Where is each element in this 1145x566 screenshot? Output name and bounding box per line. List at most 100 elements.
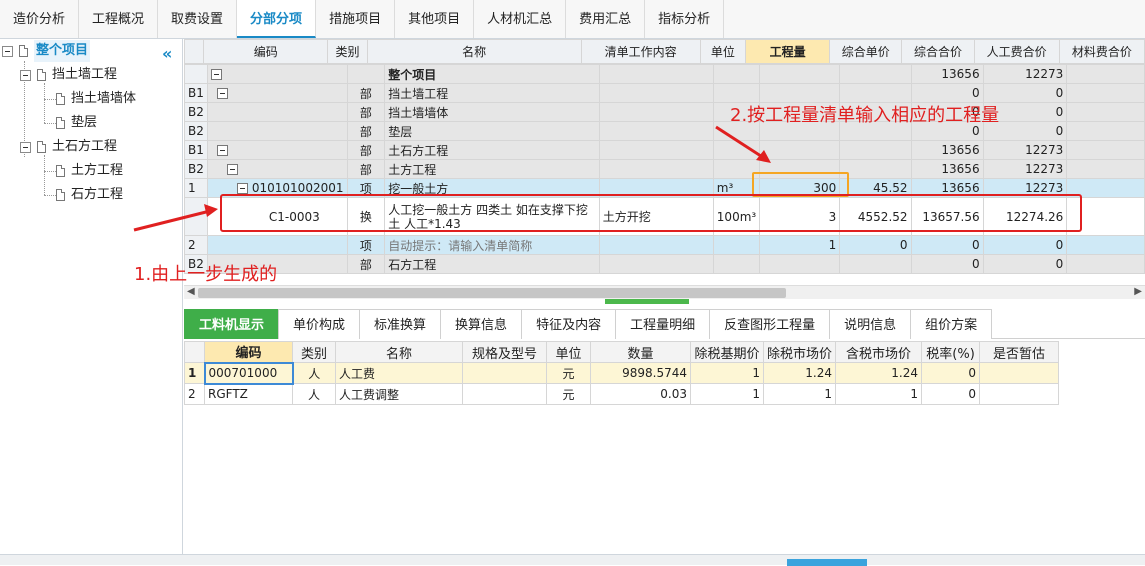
spec-cell[interactable] bbox=[462, 383, 547, 405]
labor-cost-cell[interactable]: 0 bbox=[982, 83, 1068, 103]
collapse-toggle-icon[interactable] bbox=[216, 88, 228, 99]
name-cell[interactable]: 垫层 bbox=[384, 121, 600, 141]
name-cell[interactable]: 自动提示：请输入清单简称 bbox=[384, 235, 600, 255]
column-header[interactable]: 单位 bbox=[546, 341, 591, 363]
tab-labor-material-summary[interactable]: 人材机汇总 bbox=[474, 0, 567, 38]
scroll-right-icon[interactable]: ▶ bbox=[1134, 286, 1142, 297]
work-content-cell[interactable] bbox=[598, 121, 714, 141]
category-cell[interactable]: 部 bbox=[346, 121, 386, 141]
tab-fee-summary[interactable]: 费用汇总 bbox=[566, 0, 646, 38]
unit-cell[interactable]: 元 bbox=[546, 362, 591, 384]
tab-quantity-detail[interactable]: 工程量明细 bbox=[615, 309, 711, 339]
code-cell[interactable] bbox=[206, 83, 348, 103]
work-content-cell[interactable] bbox=[598, 235, 714, 255]
unit-price-cell[interactable] bbox=[839, 140, 912, 160]
provisional-cell[interactable] bbox=[979, 362, 1060, 384]
tree-item-soil-work[interactable]: 土方工程 bbox=[56, 160, 123, 182]
column-header[interactable]: 编码 bbox=[203, 39, 329, 64]
total-price-cell[interactable]: 0 bbox=[910, 254, 984, 274]
work-content-cell[interactable] bbox=[598, 64, 714, 84]
tab-cost-analysis[interactable]: 造价分析 bbox=[0, 0, 80, 38]
base-price-cell[interactable]: 1 bbox=[690, 383, 764, 405]
collapse-toggle-icon[interactable] bbox=[236, 183, 248, 194]
category-cell[interactable]: 项 bbox=[346, 235, 386, 255]
material-cost-cell[interactable] bbox=[1066, 64, 1145, 84]
material-cost-cell[interactable] bbox=[1066, 121, 1145, 141]
unit-cell[interactable] bbox=[712, 235, 761, 255]
quantity-cell[interactable]: 9898.5744 bbox=[590, 362, 691, 384]
code-cell[interactable] bbox=[206, 159, 348, 179]
scroll-left-icon[interactable]: ◀ bbox=[187, 286, 195, 297]
spec-cell[interactable] bbox=[462, 362, 547, 384]
name-cell[interactable]: 石方工程 bbox=[384, 254, 600, 274]
tab-project-overview[interactable]: 工程概况 bbox=[79, 0, 159, 38]
material-cost-cell[interactable] bbox=[1066, 102, 1145, 122]
column-header[interactable]: 税率(%) bbox=[921, 341, 981, 363]
column-header[interactable]: 类别 bbox=[292, 341, 336, 363]
unit-cell[interactable] bbox=[712, 254, 761, 274]
total-price-cell[interactable]: 13656 bbox=[910, 140, 984, 160]
category-cell[interactable]: 部 bbox=[346, 83, 386, 103]
labor-cost-cell[interactable]: 12273 bbox=[982, 140, 1068, 160]
tab-description[interactable]: 说明信息 bbox=[829, 309, 912, 339]
work-content-cell[interactable] bbox=[598, 140, 714, 160]
code-cell[interactable] bbox=[206, 140, 348, 160]
unit-cell[interactable] bbox=[712, 83, 761, 103]
tab-pricing-scheme[interactable]: 组价方案 bbox=[910, 309, 993, 339]
quantity-cell[interactable] bbox=[759, 254, 841, 274]
panel-splitter[interactable] bbox=[605, 299, 689, 304]
category-cell[interactable]: 人 bbox=[292, 362, 336, 384]
table-row[interactable]: 整个项目 13656 12273 bbox=[184, 64, 1145, 84]
horizontal-scrollbar[interactable]: ◀ ▶ bbox=[184, 285, 1145, 299]
column-header[interactable]: 规格及型号 bbox=[462, 341, 547, 363]
collapse-panel-icon[interactable]: « bbox=[162, 44, 172, 63]
column-header[interactable]: 除税基期价 bbox=[690, 341, 764, 363]
name-cell[interactable]: 挡土墙工程 bbox=[384, 83, 600, 103]
base-price-cell[interactable]: 1 bbox=[690, 362, 764, 384]
tree-item-cushion[interactable]: 垫层 bbox=[56, 112, 97, 134]
table-row[interactable]: B2 部挡土墙墙体 0 0 bbox=[184, 102, 1145, 122]
tree-item-wall-body[interactable]: 挡土墙墙体 bbox=[56, 88, 136, 110]
tab-index-analysis[interactable]: 指标分析 bbox=[645, 0, 725, 38]
table-row[interactable]: B1 部 土石方工程 13656 12273 bbox=[184, 140, 1145, 160]
collapse-toggle-icon[interactable] bbox=[210, 69, 222, 80]
tab-reverse-graphic-quantity[interactable]: 反查图形工程量 bbox=[709, 309, 831, 339]
category-cell[interactable]: 部 bbox=[346, 254, 386, 274]
table-row[interactable]: 2 项 自动提示：请输入清单简称 1 0 0 0 bbox=[184, 235, 1145, 255]
quantity-cell[interactable]: 0.03 bbox=[590, 383, 691, 405]
column-header[interactable]: 综合单价 bbox=[829, 39, 903, 64]
table-row[interactable]: B1 部 挡土墙工程 0 0 bbox=[184, 83, 1145, 103]
total-price-cell[interactable]: 0 bbox=[910, 235, 984, 255]
market-price-cell[interactable]: 1.24 bbox=[762, 362, 837, 384]
unit-price-cell[interactable] bbox=[839, 83, 912, 103]
tree-item-earthwork[interactable]: 土石方工程 bbox=[20, 136, 117, 158]
unit-cell[interactable] bbox=[712, 140, 761, 160]
code-cell[interactable] bbox=[206, 102, 348, 122]
name-cell[interactable]: 人工费 bbox=[335, 362, 463, 384]
total-price-cell[interactable]: 13656 bbox=[910, 64, 984, 84]
name-cell[interactable]: 整个项目 bbox=[384, 64, 600, 84]
market-price-cell[interactable]: 1 bbox=[762, 383, 837, 405]
provisional-cell[interactable] bbox=[979, 383, 1060, 405]
work-content-cell[interactable] bbox=[598, 83, 714, 103]
quantity-cell[interactable] bbox=[759, 83, 841, 103]
work-content-cell[interactable] bbox=[598, 159, 714, 179]
code-cell[interactable]: RGFTZ bbox=[204, 383, 293, 405]
tax-rate-cell[interactable]: 0 bbox=[921, 362, 981, 384]
code-cell[interactable] bbox=[206, 235, 348, 255]
category-cell[interactable]: 部 bbox=[346, 159, 386, 179]
column-header[interactable]: 单位 bbox=[699, 39, 747, 64]
total-price-cell[interactable]: 13656 bbox=[910, 159, 984, 179]
code-cell[interactable]: 000701000 bbox=[203, 361, 294, 385]
collapse-toggle-icon[interactable] bbox=[216, 145, 228, 156]
tab-measures[interactable]: 措施项目 bbox=[316, 0, 396, 38]
tab-features-content[interactable]: 特征及内容 bbox=[521, 309, 617, 339]
column-header-code[interactable]: 编码 bbox=[204, 341, 293, 363]
column-header[interactable]: 材料费合价 bbox=[1058, 39, 1145, 64]
tab-fee-settings[interactable]: 取费设置 bbox=[158, 0, 238, 38]
category-cell[interactable]: 人 bbox=[292, 383, 336, 405]
quantity-cell[interactable] bbox=[759, 140, 841, 160]
column-header[interactable]: 含税市场价 bbox=[835, 341, 923, 363]
labor-cost-cell[interactable]: 0 bbox=[982, 235, 1068, 255]
column-header[interactable]: 综合合价 bbox=[901, 39, 975, 64]
